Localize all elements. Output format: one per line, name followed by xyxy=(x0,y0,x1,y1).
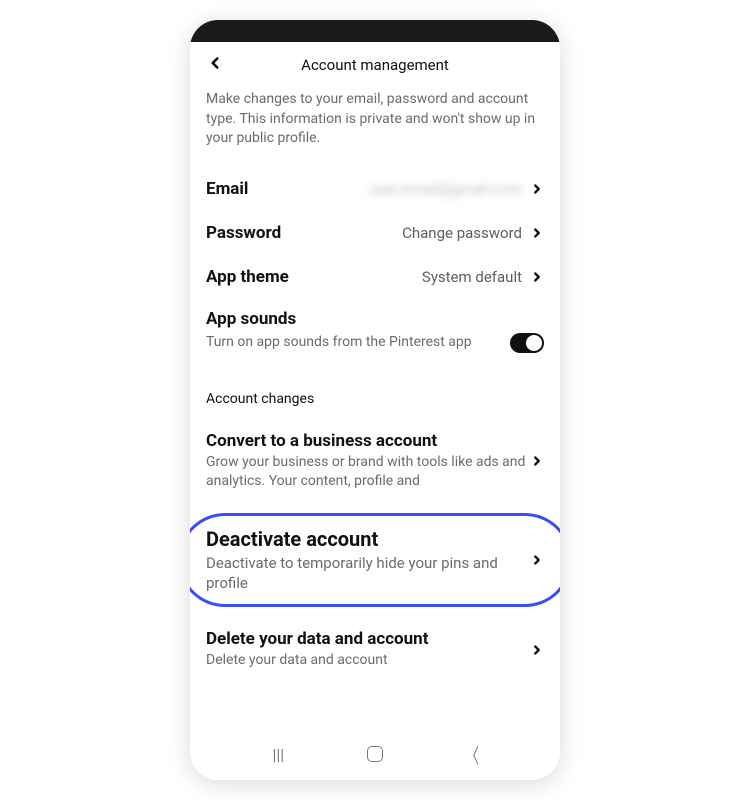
page-title: Account management xyxy=(206,56,544,74)
chevron-right-icon xyxy=(530,221,544,245)
deactivate-account-row[interactable]: Deactivate account Deactivate to tempora… xyxy=(190,513,560,608)
status-bar-notch xyxy=(190,20,560,42)
convert-business-row[interactable]: Convert to a business account Grow your … xyxy=(206,421,544,501)
chevron-right-icon xyxy=(530,265,544,289)
app-theme-value: System default xyxy=(289,268,530,286)
deactivate-account-title: Deactivate account xyxy=(206,527,530,551)
delete-account-desc: Delete your data and account xyxy=(206,651,530,670)
email-row[interactable]: Email user.email@gmail.com xyxy=(206,167,544,211)
header: Account management xyxy=(190,42,560,84)
chevron-right-icon xyxy=(530,548,544,572)
nav-back-button[interactable]: 〈 xyxy=(458,742,486,766)
chevron-right-icon xyxy=(530,177,544,201)
intro-text: Make changes to your email, password and… xyxy=(206,90,544,149)
deactivate-account-desc: Deactivate to temporarily hide your pins… xyxy=(206,553,530,594)
content-area: Make changes to your email, password and… xyxy=(190,84,560,730)
app-theme-row[interactable]: App theme System default xyxy=(206,255,544,299)
password-label: Password xyxy=(206,223,281,243)
email-label: Email xyxy=(206,179,248,199)
account-changes-section-label: Account changes xyxy=(206,391,544,407)
app-sounds-toggle[interactable] xyxy=(510,333,544,353)
chevron-left-icon xyxy=(206,54,224,72)
nav-recent-apps-button[interactable]: ||| xyxy=(258,742,298,766)
chevron-right-icon xyxy=(530,638,544,662)
email-value: user.email@gmail.com xyxy=(248,180,530,198)
convert-business-title: Convert to a business account xyxy=(206,431,530,451)
delete-account-row[interactable]: Delete your data and account Delete your… xyxy=(206,619,544,680)
password-value: Change password xyxy=(281,224,530,242)
convert-business-desc: Grow your business or brand with tools l… xyxy=(206,453,530,491)
app-sounds-row: App sounds Turn on app sounds from the P… xyxy=(206,299,544,367)
phone-frame: Account management Make changes to your … xyxy=(190,20,560,780)
app-sounds-desc: Turn on app sounds from the Pinterest ap… xyxy=(206,333,510,351)
delete-account-title: Delete your data and account xyxy=(206,629,530,649)
chevron-right-icon xyxy=(530,449,544,473)
android-nav-bar: ||| 〈 xyxy=(190,730,560,780)
app-theme-label: App theme xyxy=(206,267,289,287)
password-row[interactable]: Password Change password xyxy=(206,211,544,255)
back-button[interactable] xyxy=(206,53,224,77)
nav-home-button[interactable] xyxy=(355,742,395,766)
app-sounds-label: App sounds xyxy=(206,309,510,329)
